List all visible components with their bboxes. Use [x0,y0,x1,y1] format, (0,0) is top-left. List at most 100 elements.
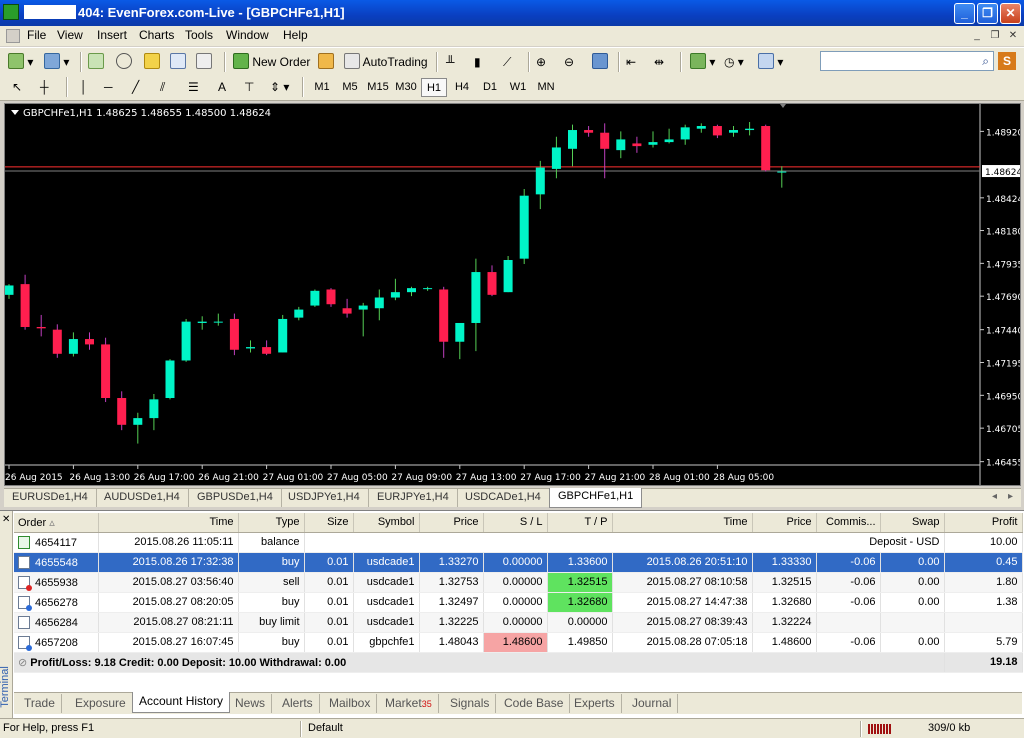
table-row[interactable]: 4654117 2015.08.26 11:05:11 balance Depo… [14,532,1023,553]
timeframe-h4[interactable]: H4 [449,78,475,97]
arrows-icon[interactable]: ⇕ ▾ [270,77,289,97]
table-row[interactable]: 4655938 2015.08.27 03:56:40 sell 0.01 us… [14,572,1023,593]
chart-tab-eurjpy[interactable]: EURJPYe1,H4 [369,489,458,507]
line-chart-icon[interactable]: ⟋ [503,52,511,72]
profiles-icon[interactable]: ▾ [44,52,69,72]
col-order[interactable]: Order ▵ [14,513,99,533]
col-close-price[interactable]: Price [752,513,817,533]
chart-shift-icon[interactable]: ⇹ [654,52,664,72]
chart-tab-gbpusd[interactable]: GBPUSDe1,H4 [189,489,282,507]
restore-button[interactable]: ❐ [977,3,998,24]
tab-alerts[interactable]: Alerts [276,694,320,713]
timeframe-w1[interactable]: W1 [505,78,531,97]
col-type[interactable]: Type [238,513,305,533]
signals-icon[interactable]: S [998,52,1016,70]
mdi-minimize-icon[interactable]: _ [970,29,984,43]
text-tool[interactable]: A [218,77,226,97]
zoom-in-icon[interactable]: ⊕ [536,52,546,72]
col-profit[interactable]: Profit [944,513,1023,533]
tab-mailbox[interactable]: Mailbox [323,694,378,713]
chart-tab-eurusd[interactable]: EURUSDe1,H4 [4,489,97,507]
new-order-button[interactable]: New Order [233,52,310,72]
cursor-icon[interactable]: ↖ [12,77,22,97]
timeframe-mn[interactable]: MN [533,78,559,97]
table-row[interactable]: 4656284 2015.08.27 08:21:11 buy limit 0.… [14,612,1023,633]
mdi-restore-icon[interactable]: ❐ [988,29,1002,43]
tab-journal[interactable]: Journal [626,694,679,713]
tab-trade[interactable]: Trade [18,694,62,713]
menu-tools[interactable]: Tools [185,28,213,42]
favorites-icon[interactable] [144,52,160,72]
tab-exposure[interactable]: Exposure [69,694,133,713]
col-tp[interactable]: T / P [547,513,613,533]
tab-signals[interactable]: Signals [444,694,497,713]
autoscroll-icon[interactable]: ⇤ [626,52,636,72]
menu-charts[interactable]: Charts [139,28,174,42]
chart-tab-usdcad[interactable]: USDCADe1,H4 [457,489,550,507]
chart-window[interactable]: 1.48920 1.48424 1.48180 1.47935 1.47690 1.474… [4,103,1021,486]
metaeditor-icon[interactable] [318,52,334,72]
col-commission[interactable]: Commis... [816,513,881,533]
mdi-close-icon[interactable]: ✕ [1006,29,1020,43]
search-input[interactable]: ⌕ [820,51,994,71]
col-close-time[interactable]: Time [612,513,753,533]
col-sl[interactable]: S / L [483,513,548,533]
table-row[interactable]: 4655548 2015.08.26 17:32:38 buy 0.01 usd… [14,552,1023,573]
tab-market[interactable]: Market35 [379,694,439,713]
horizontal-line-icon[interactable]: ─ [104,77,113,97]
tab-news[interactable]: News [229,694,273,713]
vertical-line-icon[interactable]: │ [80,77,88,97]
candlestick-icon[interactable]: ▮ [474,52,481,72]
indicators-icon[interactable]: ▾ [690,52,715,72]
table-row[interactable]: 4656278 2015.08.27 08:20:05 buy 0.01 usd… [14,592,1023,613]
text-label-icon[interactable]: ⊤ [244,77,254,97]
minimize-button[interactable]: _ [954,3,975,24]
menu-window[interactable]: Window [226,28,269,42]
timeframe-m15[interactable]: M15 [365,78,391,97]
close-button[interactable]: ✕ [1000,3,1021,24]
terminal-toggle-icon[interactable] [170,52,186,72]
market-watch-icon[interactable] [88,52,104,72]
terminal-close-icon[interactable]: ✕ [2,514,10,525]
chart-tab-audusd[interactable]: AUDUSDe1,H4 [96,489,189,507]
templates-icon[interactable]: ▾ [758,52,783,72]
chart-tab-gbpchf[interactable]: GBPCHFe1,H1 [549,488,643,508]
timeframe-m30[interactable]: M30 [393,78,419,97]
menu-view[interactable]: View [57,28,83,42]
table-row[interactable]: 4657208 2015.08.27 16:07:45 buy 0.01 gbp… [14,632,1023,653]
chart-tab-usdjpy[interactable]: USDJPYe1,H4 [280,489,369,507]
col-swap[interactable]: Swap [880,513,945,533]
col-size[interactable]: Size [304,513,354,533]
bar-chart-icon[interactable]: ╨ [446,52,455,72]
col-time[interactable]: Time [98,513,239,533]
new-chart-icon[interactable]: ▾ [8,52,33,72]
chart-menu-arrow-icon[interactable] [11,110,19,115]
crosshair-icon[interactable]: ┼ [40,77,49,97]
channel-icon[interactable]: ⫽ [160,77,165,97]
tab-experts[interactable]: Experts [568,694,622,713]
tab-code-base[interactable]: Code Base [498,694,571,713]
tile-windows-icon[interactable] [592,52,608,72]
col-symbol[interactable]: Symbol [353,513,420,533]
tab-scroll-right-icon[interactable]: ▸ [1008,491,1013,502]
tab-scroll-left-icon[interactable]: ◂ [992,491,997,502]
zoom-out-icon[interactable]: ⊖ [564,52,574,72]
timeframe-h1[interactable]: H1 [421,78,447,97]
menu-insert[interactable]: Insert [97,28,127,42]
trendline-icon[interactable]: ╱ [132,77,139,97]
col-price[interactable]: Price [419,513,484,533]
tester-icon[interactable] [196,52,212,72]
child-window-icon[interactable] [6,29,20,43]
menu-file[interactable]: File [27,28,46,42]
timeframe-d1[interactable]: D1 [477,78,503,97]
fibonacci-icon[interactable]: ☰ [188,77,199,97]
price-chart[interactable]: 1.48920 1.48424 1.48180 1.47935 1.47690 1.474… [5,104,1020,485]
timeframe-m5[interactable]: M5 [337,78,363,97]
menu-help[interactable]: Help [283,28,308,42]
timeframe-m1[interactable]: M1 [309,78,335,97]
autotrading-button[interactable]: AutoTrading [344,52,428,72]
search-icon[interactable]: ⌕ [982,54,989,69]
navigator-icon[interactable] [116,52,132,72]
tab-account-history[interactable]: Account History [132,692,231,713]
periods-icon[interactable]: ◷ ▾ [724,52,744,72]
